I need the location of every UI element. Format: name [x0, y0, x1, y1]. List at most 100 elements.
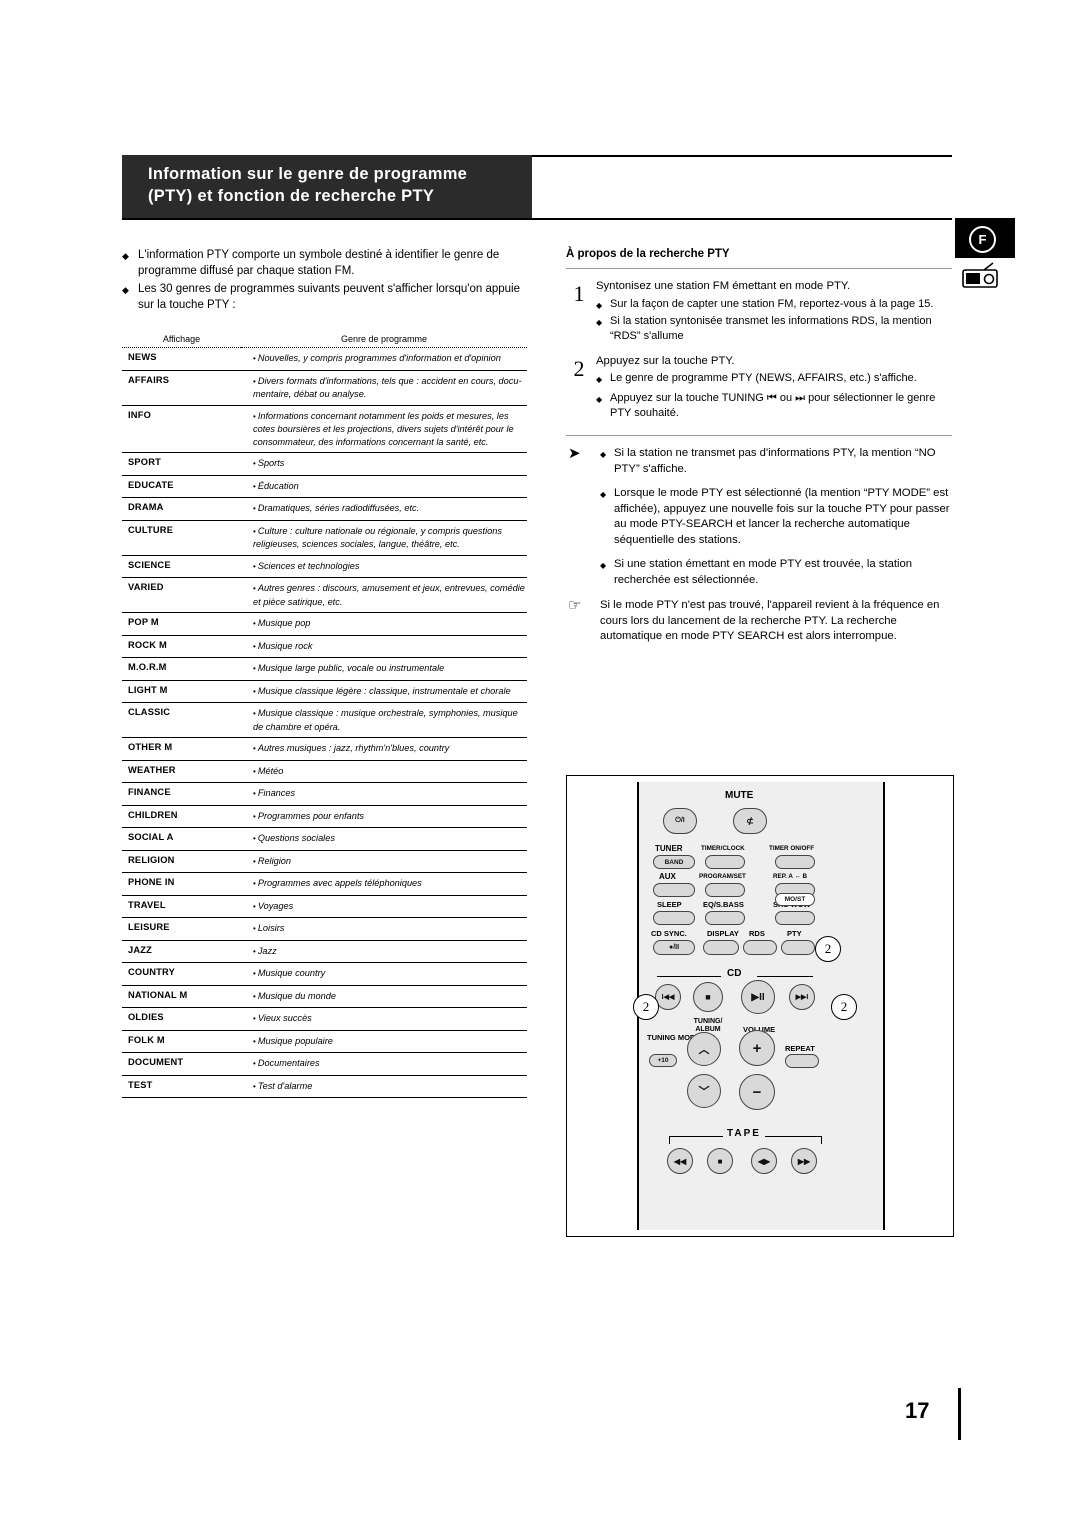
pty-description: • Sports: [241, 452, 527, 476]
pty-description: • Vieux succès: [241, 1007, 527, 1031]
pty-code: DRAMA: [122, 497, 241, 521]
table-row: COUNTRY • Musique country: [122, 962, 527, 986]
table-row: NEWS • Nouvelles, y compris programmes d'i…: [122, 347, 527, 371]
pty-code: NATIONAL M: [122, 985, 241, 1008]
volume-down-button[interactable]: −: [739, 1074, 775, 1110]
pty-description-text: Jazz: [257, 945, 277, 956]
diamond-icon: ◆: [122, 251, 129, 261]
tuning-up-button[interactable]: ︿: [687, 1032, 721, 1066]
table-row: OLDIES • Vieux succès: [122, 1007, 527, 1031]
pty-button[interactable]: [781, 940, 815, 955]
display-label: DISPLAY: [707, 929, 739, 938]
pty-description: • Religion: [241, 850, 527, 873]
band-button[interactable]: BAND: [653, 855, 695, 869]
repeat-button[interactable]: [785, 1054, 819, 1068]
step-2-text: Appuyez sur la touche PTY.: [596, 354, 735, 367]
page-title-line2: (PTY) et fonction de recherche PTY: [148, 187, 435, 205]
pty-code: EDUCATE: [122, 475, 241, 498]
rds-button[interactable]: [743, 940, 777, 955]
tape-play-button[interactable]: ◀▶: [751, 1148, 777, 1174]
pty-description-text: Musique pop: [257, 618, 311, 628]
pty-description-text: Dramatiques, séries radiodiffusées, etc.: [257, 503, 420, 513]
sleep-label: SLEEP: [657, 900, 682, 909]
table-row: CLASSIC • Musique classique : musique orch…: [122, 702, 527, 738]
tape-stop-button[interactable]: ■: [707, 1148, 733, 1174]
bullet-icon: •: [253, 901, 256, 911]
cd-play-pause-small-button[interactable]: ●/II: [653, 940, 695, 955]
pty-code: SPORT: [122, 452, 241, 476]
diamond-icon: ◆: [596, 317, 603, 327]
table-row: WEATHER • Météo: [122, 760, 527, 783]
srs-wow-button[interactable]: [775, 911, 815, 925]
bullet-icon: •: [253, 969, 256, 978]
language-badge-letter: F: [969, 226, 996, 253]
pty-description: • Documentaires: [241, 1052, 527, 1076]
bullet-icon: •: [253, 411, 256, 421]
pty-code: FOLK M: [122, 1030, 241, 1053]
table-row: RELIGION • Religion: [122, 850, 527, 873]
eq-sbass-label: EQ/S.BASS: [703, 900, 744, 909]
pty-description-text: Programmes avec appels téléphoniques: [257, 878, 422, 888]
pty-code: RELIGION: [122, 850, 241, 873]
step-1-sub-1: ◆ Sur la façon de capter une station FM,…: [596, 297, 952, 312]
table-row: POP M • Musique pop: [122, 612, 527, 636]
intro-item-2-text: Les 30 genres de programmes suivants peu…: [138, 283, 520, 311]
pty-code: PHONE IN: [122, 872, 241, 896]
diamond-icon: ◆: [600, 450, 607, 459]
pty-description-text: Sciences et technologies: [257, 560, 360, 571]
pty-code: SOCIAL A: [122, 827, 241, 851]
step-1-sub-2: ◆ Si la station syntonisée transmet les …: [596, 314, 952, 344]
cd-sync-label: CD SYNC.: [651, 929, 687, 938]
mute-button[interactable]: ⊄: [733, 808, 767, 834]
tape-ff-button[interactable]: ▶▶: [791, 1148, 817, 1174]
tape-bracket-right: [765, 1136, 821, 1137]
program-set-button[interactable]: [705, 883, 745, 897]
pty-description: • Loisirs: [241, 917, 527, 941]
bullet-icon: •: [253, 561, 256, 571]
pty-description-text: Voyages: [257, 900, 294, 911]
pty-code: NEWS: [122, 347, 241, 371]
bullet-icon: •: [253, 744, 256, 753]
intro-item-1: ◆ L'information PTY comporte un symbole …: [122, 248, 527, 279]
tuning-down-button[interactable]: ﹀: [687, 1074, 721, 1108]
step-2-sub-2: ◆ Appuyez sur la touche TUNING ⏮ ou ⏭ po…: [596, 391, 952, 421]
eq-sbass-button[interactable]: [705, 911, 745, 925]
cd-next-button[interactable]: ▶▶I: [789, 984, 815, 1010]
cd-play-pause-button[interactable]: ▶II: [741, 980, 775, 1014]
mo-st-button[interactable]: MO/ST: [775, 893, 815, 906]
bullet-icon: •: [253, 619, 256, 628]
pty-description-text: Musique country: [257, 968, 326, 978]
cd-bracket-left: [657, 976, 721, 977]
pty-description-text: Test d'alarme: [257, 1080, 313, 1091]
bullet-icon: •: [253, 879, 256, 888]
pty-description: • Musique populaire: [241, 1030, 527, 1053]
table-row: DOCUMENT • Documentaires: [122, 1052, 527, 1076]
power-button[interactable]: ⏻/I: [663, 808, 697, 834]
volume-up-button[interactable]: +: [739, 1030, 775, 1066]
plus10-button[interactable]: +10: [649, 1054, 677, 1067]
bullet-icon: •: [253, 834, 256, 843]
pty-code: OLDIES: [122, 1007, 241, 1031]
pty-description: • Culture : culture nationale ou régional…: [241, 520, 527, 556]
intro-list: ◆ L'information PTY comporte un symbole …: [122, 248, 527, 313]
timer-clock-button[interactable]: [705, 855, 745, 869]
tape-bracket-left: [669, 1136, 723, 1137]
pty-description-text: Autres genres : discours, amusement et j…: [253, 583, 525, 607]
pty-description-text: Musique large public, vocale ou instrume…: [257, 663, 445, 673]
bullet-icon: •: [253, 584, 256, 593]
cd-stop-button[interactable]: ■: [693, 982, 723, 1012]
table-row: CULTURE • Culture : culture nationale ou r…: [122, 520, 527, 556]
tape-rewind-button[interactable]: ◀◀: [667, 1148, 693, 1174]
pty-code: VARIED: [122, 577, 241, 613]
pty-code: FINANCE: [122, 782, 241, 806]
tape-section-label: TAPE: [727, 1128, 761, 1139]
table-row: PHONE IN • Programmes avec appels téléphon…: [122, 872, 527, 896]
pty-code: OTHER M: [122, 737, 241, 761]
timer-onoff-button[interactable]: [775, 855, 815, 869]
display-button[interactable]: [703, 940, 739, 955]
sleep-button[interactable]: [653, 911, 695, 925]
aux-button[interactable]: [653, 883, 695, 897]
table-row: SPORT • Sports: [122, 452, 527, 476]
rep-ab-label: REP. A ↔ B: [773, 873, 808, 880]
timer-clock-label: TIMER/CLOCK: [701, 845, 745, 852]
